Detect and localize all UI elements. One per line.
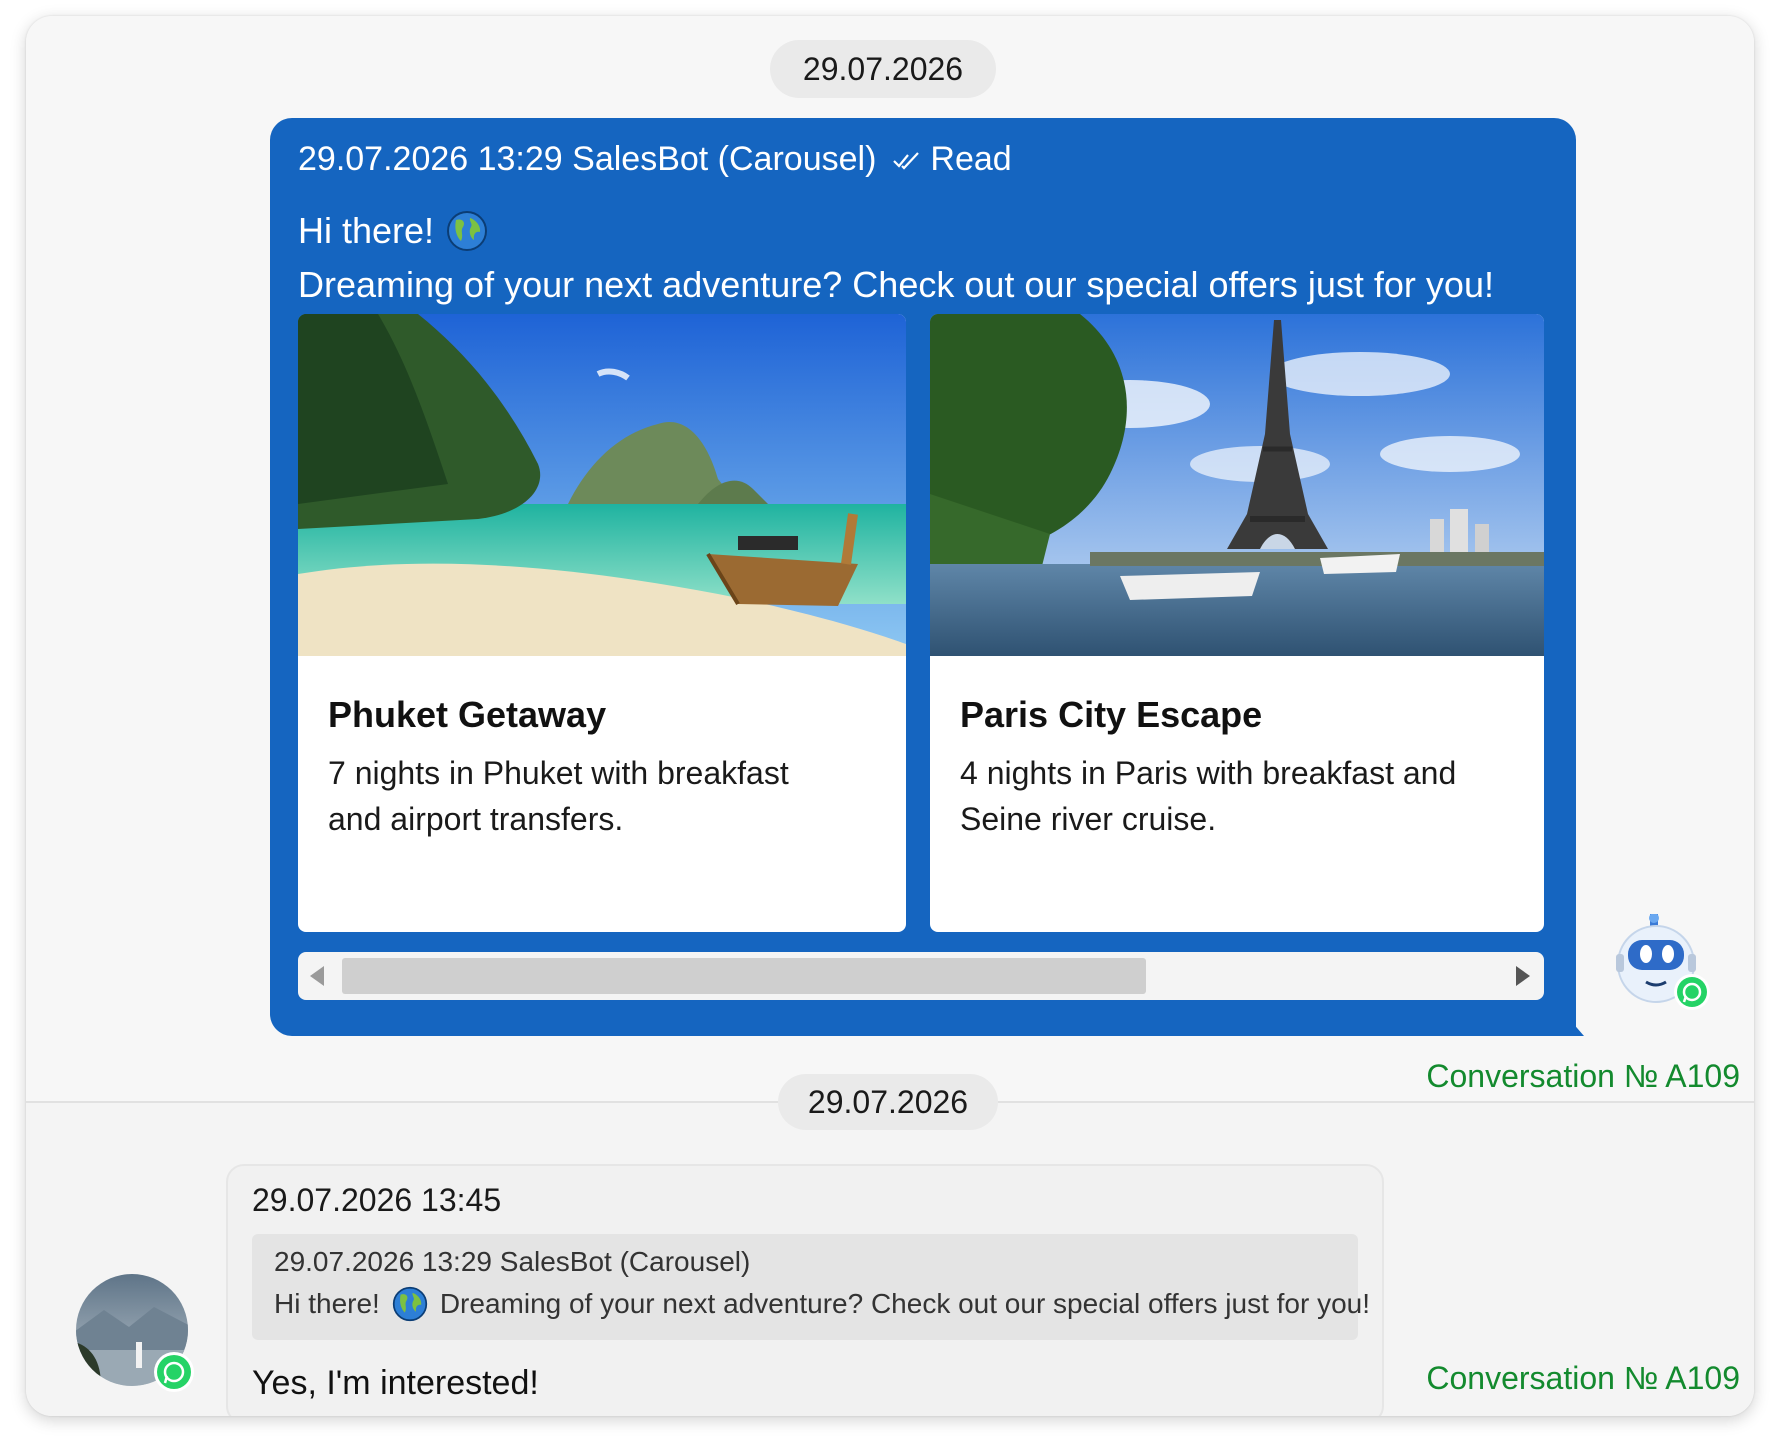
globe-emoji-icon	[392, 1286, 427, 1322]
quoted-message-header: 29.07.2026 13:29 SalesBot (Carousel)	[274, 1246, 751, 1277]
card-description: 4 nights in Paris with breakfast and Sei…	[960, 755, 1457, 837]
carousel-card-paris[interactable]: Paris City Escape 4 nights in Paris with…	[930, 314, 1544, 932]
read-status: Read	[930, 140, 1012, 178]
bot-message-timestamp: 29.07.2026 13:29	[298, 140, 563, 178]
scroll-left-arrow-icon[interactable]	[310, 966, 324, 986]
bot-sender-name: SalesBot (Carousel)	[572, 140, 877, 178]
carousel-scrollbar[interactable]	[298, 952, 1544, 1000]
scroll-right-arrow-icon[interactable]	[1516, 966, 1530, 986]
carousel-card-phuket[interactable]: Phuket Getaway 7 nights in Phuket with b…	[298, 314, 906, 932]
user-avatar	[76, 1274, 194, 1392]
card-title: Phuket Getaway	[328, 694, 607, 735]
quoted-text-greeting: Hi there!	[274, 1288, 380, 1319]
card-description: 7 nights in Phuket with breakfast and ai…	[328, 755, 789, 837]
card-title: Paris City Escape	[960, 694, 1263, 735]
conversation-link[interactable]: Conversation № A109	[1416, 1058, 1740, 1095]
chat-panel: 29.07.2026 29.07.2026 13:29 SalesBot (Ca…	[26, 16, 1754, 1416]
bot-greeting-text: Hi there!	[298, 210, 435, 251]
quoted-message-body: Hi there! Dreaming of your next adventur…	[274, 1286, 1370, 1322]
bot-offer-text: Dreaming of your next adventure? Check o…	[298, 264, 1494, 305]
bot-greeting-line: Hi there!	[298, 210, 488, 252]
user-reply-text: Yes, I'm interested!	[252, 1364, 539, 1402]
phuket-beach-image	[298, 314, 906, 656]
bot-bubble-tail	[1558, 1006, 1584, 1036]
conversation-link[interactable]: Conversation № A109	[1416, 1360, 1740, 1397]
double-check-icon	[893, 151, 920, 170]
date-separator: 29.07.2026	[770, 40, 996, 98]
user-message-timestamp: 29.07.2026 13:45	[252, 1182, 502, 1218]
robot-avatar	[1616, 914, 1710, 1010]
bot-message-header: 29.07.2026 13:29 SalesBot (Carousel) Rea…	[298, 140, 1012, 179]
bot-message-bubble: 29.07.2026 13:29 SalesBot (Carousel) Rea…	[270, 118, 1576, 1036]
quoted-message[interactable]: 29.07.2026 13:29 SalesBot (Carousel) Hi …	[252, 1234, 1370, 1340]
quoted-text-offer: Dreaming of your next adventure? Check o…	[439, 1288, 1371, 1319]
globe-emoji-icon	[447, 211, 488, 251]
paris-eiffel-image	[930, 314, 1544, 656]
scroll-thumb[interactable]	[342, 958, 1146, 994]
user-message-bubble: 29.07.2026 13:45 29.07.2026 13:29 SalesB…	[226, 1164, 1384, 1416]
date-separator: 29.07.2026	[778, 1074, 998, 1130]
